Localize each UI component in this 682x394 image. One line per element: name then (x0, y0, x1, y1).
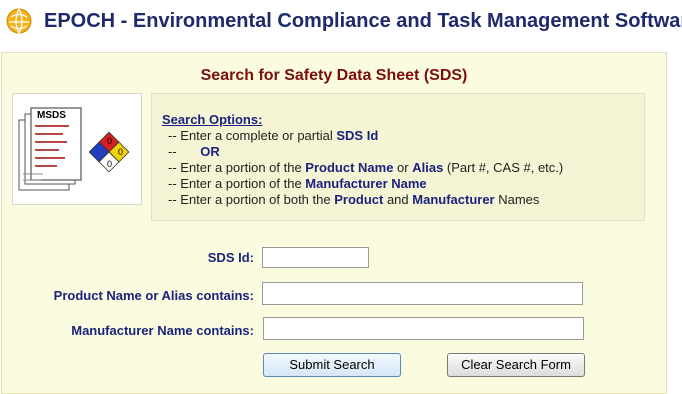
msds-logo-text: MSDS (37, 110, 66, 121)
option-line-both: -- Enter a portion of both the Product a… (168, 192, 540, 207)
product-name-label: Product Name or Alias contains: (53, 288, 254, 303)
page-title: Search for Safety Data Sheet (SDS) (200, 67, 468, 84)
app-header: EPOCH - Environmental Compliance and Tas… (0, 0, 682, 44)
flammability-number: 0 (107, 136, 112, 146)
option-line-sds-id: -- Enter a complete or partial SDS Id (168, 128, 379, 143)
sds-id-label: SDS Id: (207, 250, 254, 265)
option-line-manufacturer: -- Enter a portion of the Manufacturer N… (168, 176, 427, 191)
clear-search-form-button[interactable]: Clear Search Form (447, 353, 585, 377)
globe-logo-icon (6, 8, 32, 34)
option-line-product: -- Enter a portion of the Product Name o… (168, 160, 564, 175)
search-options-heading: Search Options: (162, 112, 263, 127)
reactivity-number: 0 (118, 147, 123, 157)
app-title: EPOCH - Environmental Compliance and Tas… (44, 10, 682, 32)
msds-sheets-image: MSDS 0 0 0 (12, 93, 142, 205)
option-line-or: -- OR (168, 144, 220, 159)
manufacturer-name-label: Manufacturer Name contains: (71, 323, 254, 338)
search-options-box: Search Options: -- Enter a complete or p… (151, 93, 645, 221)
search-panel: Search for Safety Data Sheet (SDS) MSDS … (1, 52, 667, 394)
submit-search-button[interactable]: Submit Search (263, 353, 401, 377)
special-number: 0 (107, 159, 112, 169)
sds-id-input[interactable] (262, 247, 369, 268)
manufacturer-name-input[interactable] (263, 317, 584, 340)
product-name-input[interactable] (262, 282, 583, 305)
